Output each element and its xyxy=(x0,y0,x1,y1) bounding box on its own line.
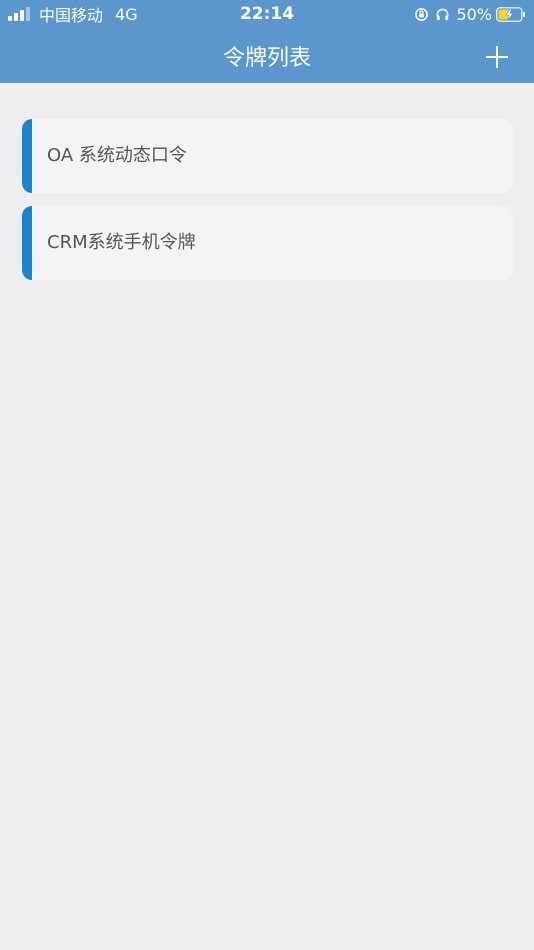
status-bar-right: 50% xyxy=(414,4,526,24)
orientation-lock-icon xyxy=(415,7,429,21)
token-list-screen: 中国移动 4G 22:14 50% 令牌列表 OA 系统动态口令 CRM系统手机… xyxy=(0,0,534,950)
plus-icon[interactable] xyxy=(484,44,510,70)
token-item-accent xyxy=(22,206,32,280)
token-item-oa[interactable]: OA 系统动态口令 xyxy=(22,119,513,193)
token-list: OA 系统动态口令 CRM系统手机令牌 xyxy=(22,119,513,293)
token-item-label: CRM系统手机令牌 xyxy=(47,232,196,253)
battery-percent: 50% xyxy=(456,4,492,24)
page-title: 令牌列表 xyxy=(222,46,311,71)
token-item-accent xyxy=(22,119,32,193)
app-header: 中国移动 4G 22:14 50% 令牌列表 xyxy=(0,0,534,83)
token-item-label: OA 系统动态口令 xyxy=(47,145,187,166)
token-item-crm[interactable]: CRM系统手机令牌 xyxy=(22,206,513,280)
battery-charging-icon xyxy=(496,6,525,22)
status-bar: 中国移动 4G 22:14 50% xyxy=(0,0,534,28)
headphones-icon xyxy=(437,8,449,20)
